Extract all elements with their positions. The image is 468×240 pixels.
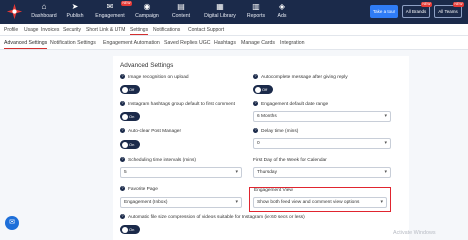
engagement-view-label: Engagement View: [254, 188, 293, 193]
autocomplete-toggle[interactable]: Off: [253, 85, 273, 94]
content-icon: ▤: [177, 2, 185, 11]
home-icon: ⌂: [41, 2, 47, 11]
tab-advanced-settings[interactable]: Advanced Settings: [4, 39, 48, 49]
scheduling-label: ? Scheduling time intervals (mins): [120, 157, 196, 163]
favorite-page-label: ? Favorite Page: [120, 186, 158, 192]
new-badge: NEW: [420, 2, 432, 7]
help-icon: ?: [120, 74, 125, 80]
auto-compress-toggle[interactable]: On: [120, 225, 140, 234]
tab-saved-replies[interactable]: Saved Replies: [164, 39, 197, 48]
nav-ads[interactable]: ◈ Ads: [274, 2, 290, 24]
send-icon: ➤: [71, 2, 79, 11]
help-icon: ?: [120, 128, 125, 134]
library-icon: ▦: [216, 2, 224, 11]
tab-profile[interactable]: Profile: [4, 26, 18, 34]
megaphone-icon: ◉: [143, 2, 151, 11]
settings-tabs-secondary: Advanced Settings Notification Settings …: [0, 36, 468, 50]
autocomplete-label: ? Autocomplete message after giving reply: [253, 74, 348, 80]
app-logo[interactable]: [6, 3, 23, 20]
tab-security[interactable]: Security: [63, 26, 81, 34]
image-recognition-label: ? Image recognition on upload: [120, 74, 189, 80]
nav-campaign[interactable]: ◉ Campaign: [134, 2, 160, 24]
help-icon: ?: [120, 186, 125, 192]
tab-integration[interactable]: Integration: [280, 39, 305, 48]
toggle-knob: [121, 226, 128, 233]
tab-short-link-utm[interactable]: Short Link & UTM: [86, 26, 125, 34]
activate-windows-watermark: Activate Windows: [393, 230, 436, 236]
chevron-down-icon: ▾: [235, 199, 238, 205]
chevron-down-icon: ▾: [380, 199, 383, 205]
first-day-select[interactable]: Thursday ▾: [253, 167, 391, 178]
engagement-view-select[interactable]: Show both feed view and comment view opt…: [253, 197, 387, 208]
tab-contact-support[interactable]: Contact Support: [188, 26, 224, 34]
chevron-down-icon: ▾: [384, 113, 387, 119]
toggle-knob: [121, 86, 128, 93]
auto-clear-label: ? Auto-clear Post Manager: [120, 128, 182, 134]
chart-icon: ▥: [252, 2, 260, 11]
delay-time-label: ? Delay time (mins): [253, 128, 299, 134]
all-teams-selector[interactable]: All Teams NEW: [434, 2, 464, 18]
support-chat-icon[interactable]: ✉: [5, 216, 19, 230]
favorite-page-select[interactable]: Engagement (Inbox) ▾: [120, 197, 242, 208]
tab-notification-settings[interactable]: Notification Settings: [50, 39, 96, 48]
help-icon: ?: [120, 214, 125, 220]
date-range-label: ? Engagement default date range: [253, 101, 329, 107]
tab-notifications[interactable]: Notifications: [153, 26, 180, 34]
chevron-down-icon: ▾: [384, 169, 387, 175]
tab-ugc[interactable]: UGC: [199, 39, 211, 48]
help-icon: ?: [120, 101, 125, 107]
ads-icon: ◈: [278, 2, 286, 11]
help-icon: ?: [253, 101, 258, 107]
auto-compress-label: ? Automatic file size compression of vide…: [120, 214, 305, 220]
hashtags-default-toggle[interactable]: On: [120, 112, 140, 121]
help-icon: ?: [253, 128, 258, 134]
image-recognition-toggle[interactable]: Off: [120, 85, 140, 94]
hashtags-default-label: ? Instagram hashtags group default to fir…: [120, 101, 235, 107]
all-brands-selector[interactable]: All Brands NEW: [402, 2, 432, 18]
auto-clear-toggle[interactable]: On: [120, 140, 140, 149]
new-badge: NEW: [452, 2, 464, 7]
chevron-down-icon: ▾: [235, 169, 238, 175]
page-title: Advanced Settings: [120, 62, 174, 69]
nav-content[interactable]: ▤ Content: [168, 2, 194, 24]
tab-invoices[interactable]: Invoices: [41, 26, 59, 34]
new-badge: NEW: [120, 1, 132, 6]
nav-digital-library[interactable]: ▦ Digital Library: [200, 2, 240, 24]
top-navbar: ⌂ Dashboard ➤ Publish ✉ Engagement NEW ◉…: [0, 0, 468, 24]
nav-engagement[interactable]: ✉ Engagement NEW: [94, 1, 132, 24]
nav-dashboard[interactable]: ⌂ Dashboard: [30, 2, 58, 24]
nav-reports[interactable]: ▥ Reports: [244, 2, 268, 24]
nav-publish[interactable]: ➤ Publish: [64, 2, 86, 24]
take-a-tour-button[interactable]: Take a tour: [370, 5, 398, 18]
toggle-knob: [121, 113, 128, 120]
help-icon: ?: [253, 74, 258, 80]
date-range-select[interactable]: 6 Months ▾: [253, 111, 391, 122]
chevron-down-icon: ▾: [384, 140, 387, 146]
tab-settings[interactable]: Settings: [130, 26, 149, 35]
tab-usage[interactable]: Usage: [24, 26, 38, 34]
settings-tabs-primary: Profile Usage Invoices Security Short Li…: [0, 24, 468, 36]
tab-engagement-automation[interactable]: Engagement Automation: [103, 39, 160, 48]
tab-hashtags[interactable]: Hashtags: [214, 39, 236, 48]
delay-time-select[interactable]: 0 ▾: [253, 138, 391, 149]
first-day-label: First Day of the Week for Calendar: [253, 158, 327, 163]
toggle-knob: [254, 86, 261, 93]
toggle-knob: [121, 141, 128, 148]
help-icon: ?: [120, 157, 125, 163]
scheduling-select[interactable]: 5 ▾: [120, 167, 242, 178]
tab-manage-cards[interactable]: Manage Cards: [241, 39, 275, 48]
